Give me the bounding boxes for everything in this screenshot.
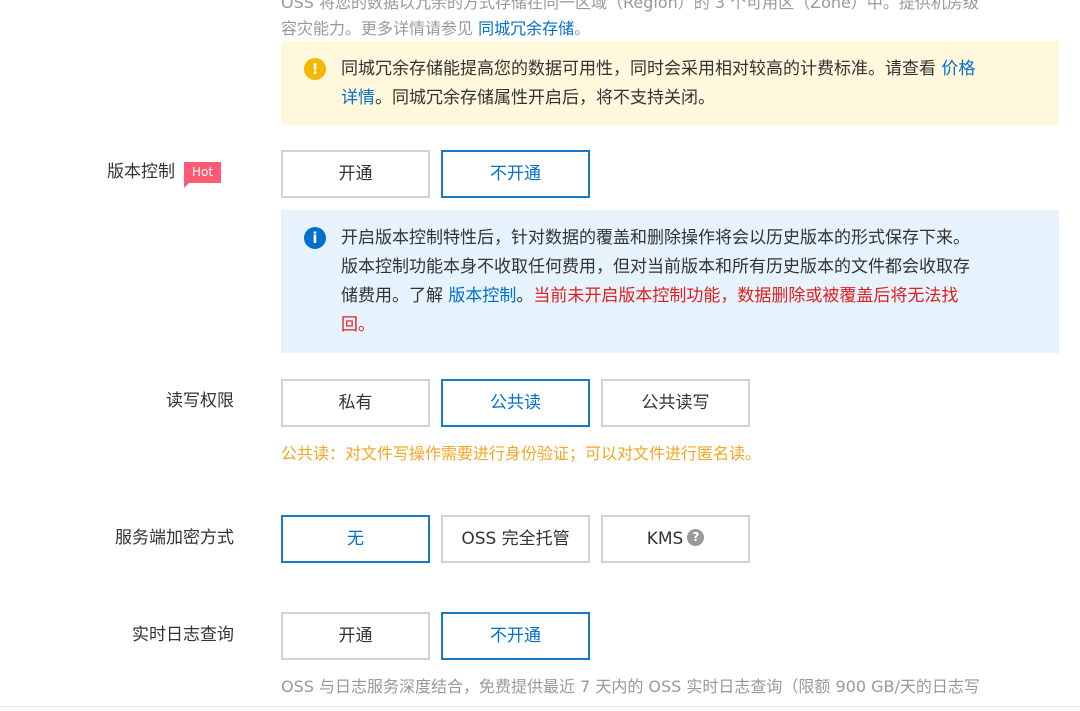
- versioning-enable-option[interactable]: 开通: [281, 150, 430, 198]
- zrs-doc-link[interactable]: 同城冗余存储: [478, 19, 574, 38]
- acl-public-read-write-option[interactable]: 公共读写: [601, 379, 750, 427]
- redundancy-desc-line1: OSS 将您的数据以冗余的方式存储在同一区域（Region）的 3 个可用区（Z…: [281, 0, 979, 12]
- versioning-info-text: 开启版本控制特性后，针对数据的覆盖和删除操作将会以历史版本的形式保存下来。 版本…: [341, 228, 970, 335]
- realtime-log-enable-option[interactable]: 开通: [281, 612, 430, 660]
- versioning-warning-text: 当前未开启版本控制功能，数据删除或被覆盖后将无法找: [533, 286, 959, 306]
- acl-public-read-option[interactable]: 公共读: [441, 379, 590, 427]
- redundancy-desc-line2: 容灾能力。更多详情请参见 同城冗余存储。: [281, 19, 591, 38]
- price-details-link[interactable]: 详情: [341, 88, 375, 108]
- encryption-oss-managed-option[interactable]: OSS 完全托管: [441, 515, 590, 563]
- encryption-kms-option[interactable]: KMS?: [601, 515, 750, 563]
- acl-label: 读写权限: [166, 391, 234, 411]
- acl-hint: 公共读：对文件写操作需要进行身份验证；可以对文件进行匿名读。: [281, 444, 762, 463]
- kms-label: KMS: [646, 529, 684, 549]
- price-link[interactable]: 价格: [941, 59, 975, 79]
- realtime-log-disable-option[interactable]: 不开通: [441, 612, 590, 660]
- versioning-label: 版本控制: [107, 162, 175, 182]
- hot-badge: Hot: [184, 162, 222, 188]
- encryption-label: 服务端加密方式: [115, 528, 234, 548]
- realtime-log-label: 实时日志查询: [132, 625, 234, 645]
- zrs-warning-text: 同城冗余存储能提高您的数据可用性，同时会采用相对较高的计费标准。请查看 价格 详…: [341, 59, 976, 108]
- acl-private-option[interactable]: 私有: [281, 379, 430, 427]
- help-icon[interactable]: ?: [687, 529, 705, 546]
- zrs-warning-box: ! 同城冗余存储能提高您的数据可用性，同时会采用相对较高的计费标准。请查看 价格…: [281, 41, 1059, 125]
- encryption-none-option[interactable]: 无: [281, 515, 430, 563]
- realtime-log-description: OSS 与日志服务深度结合，免费提供最近 7 天内的 OSS 实时日志查询（限额…: [281, 677, 980, 696]
- versioning-doc-link[interactable]: 版本控制: [448, 286, 516, 306]
- info-icon: i: [304, 227, 326, 249]
- redundancy-description: OSS 将您的数据以冗余的方式存储在同一区域（Region）的 3 个可用区（Z…: [281, 0, 1071, 42]
- versioning-disable-option[interactable]: 不开通: [441, 150, 590, 198]
- versioning-info-box: i 开启版本控制特性后，针对数据的覆盖和删除操作将会以历史版本的形式保存下来。 …: [281, 210, 1059, 353]
- exclamation-icon: !: [304, 58, 326, 80]
- divider: [0, 706, 1080, 707]
